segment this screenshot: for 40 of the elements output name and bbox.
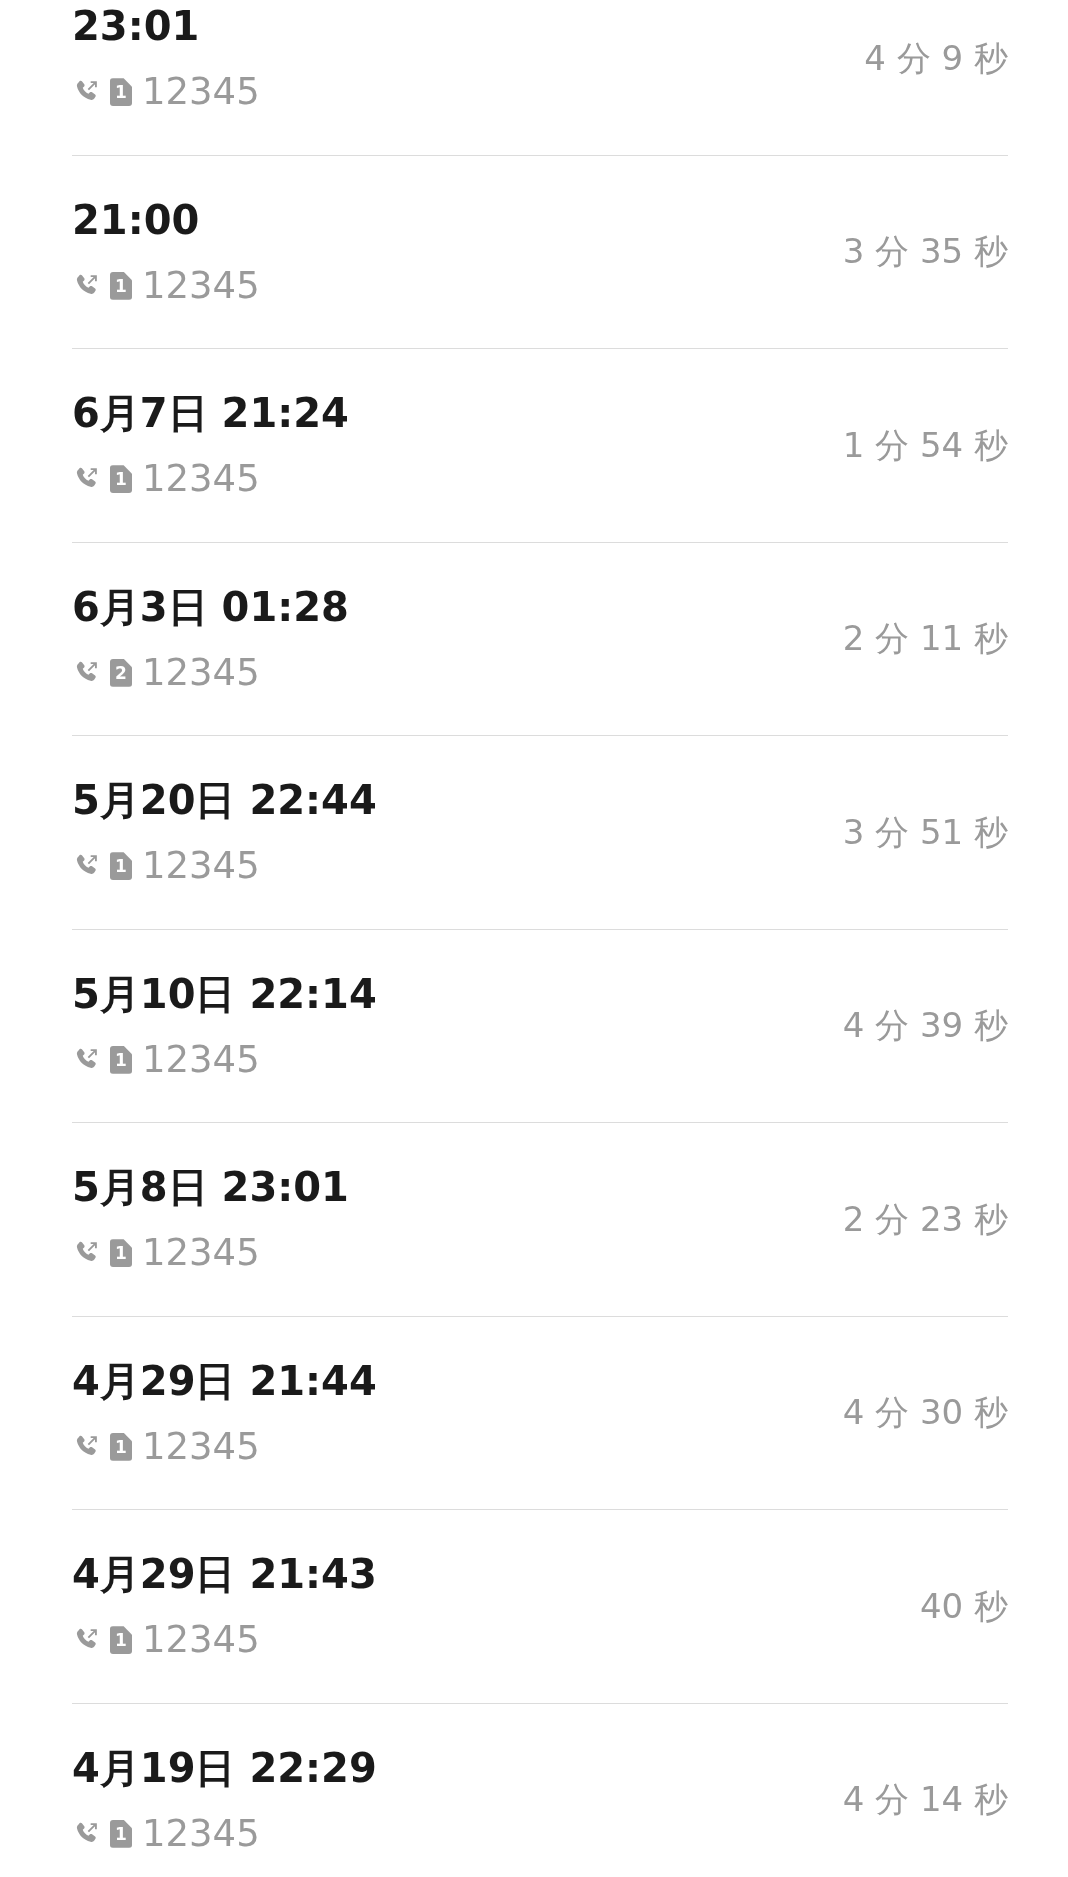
sim-card-icon: 2: [110, 658, 132, 687]
phone-number: 12345: [142, 1423, 260, 1470]
call-time: 5月8日 23:01: [72, 1163, 349, 1213]
call-time: 6月3日 01:28: [72, 582, 349, 632]
sim-card-icon: 1: [110, 465, 132, 494]
call-time: 4月29日 21:43: [72, 1550, 377, 1600]
phone-number: 12345: [142, 262, 260, 309]
sim-card-icon: 1: [110, 1432, 132, 1461]
call-time: 5月10日 22:14: [72, 969, 377, 1019]
call-duration: 2 分 23 秒: [842, 1197, 1008, 1241]
call-time: 5月20日 22:44: [72, 776, 377, 826]
call-duration: 4 分 30 秒: [842, 1391, 1008, 1435]
call-time: 23:01: [72, 2, 201, 52]
phone-number: 12345: [142, 1036, 260, 1083]
sim-card-icon: 1: [110, 1819, 132, 1848]
call-time: 21:00: [72, 195, 201, 245]
phone-number: 12345: [142, 1230, 260, 1277]
phone-number: 12345: [142, 649, 260, 696]
sim-card-icon: 1: [110, 1626, 132, 1655]
call-duration: 4 分 14 秒: [842, 1778, 1008, 1822]
sim-card-icon: 1: [110, 271, 132, 300]
call-duration: 40 秒: [919, 1584, 1008, 1628]
phone-number: 12345: [142, 1810, 260, 1857]
call-duration: 3 分 35 秒: [842, 230, 1008, 274]
sim-card-icon: 1: [110, 852, 132, 881]
call-duration: 1 分 54 秒: [842, 423, 1008, 467]
call-duration: 3 分 51 秒: [842, 810, 1008, 854]
call-time: 4月29日 21:44: [72, 1356, 377, 1406]
sim-card-icon: 1: [110, 1239, 132, 1268]
phone-number: 12345: [142, 843, 260, 890]
sim-card-icon: 1: [110, 78, 132, 107]
call-time: 4月19日 22:29: [72, 1743, 377, 1793]
call-duration: 4 分 39 秒: [842, 1004, 1008, 1048]
phone-number: 12345: [142, 69, 260, 116]
call-time: 6月7日 21:24: [72, 389, 349, 439]
sim-card-icon: 1: [110, 1045, 132, 1074]
phone-number: 12345: [142, 456, 260, 503]
phone-number: 12345: [142, 1617, 260, 1664]
call-duration: 2 分 11 秒: [842, 617, 1008, 661]
call-duration: 4 分 9 秒: [864, 36, 1008, 80]
